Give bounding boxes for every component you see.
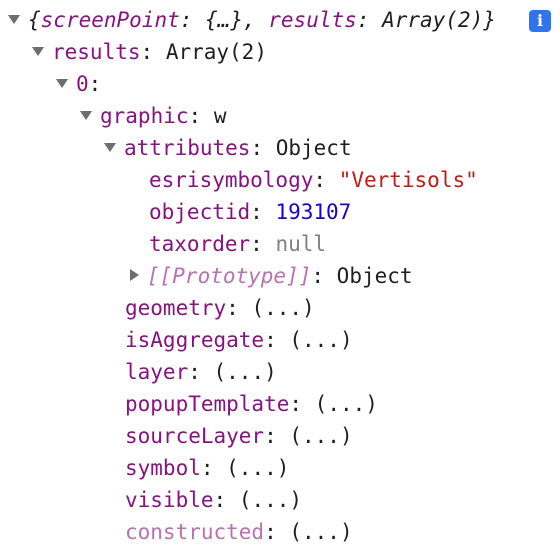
summary-separator: : bbox=[356, 8, 383, 32]
getter-value[interactable]: (...) bbox=[251, 296, 314, 320]
property-value: Object bbox=[336, 264, 413, 288]
summary-open-brace: { bbox=[28, 8, 41, 32]
tree-row-item-0[interactable]: 0: bbox=[56, 68, 101, 100]
property-key: graphic bbox=[100, 104, 189, 128]
property-separator: : bbox=[264, 424, 290, 448]
triangle-down-icon[interactable] bbox=[32, 46, 44, 56]
summary-value-results: Array(2) bbox=[382, 8, 484, 32]
getter-value[interactable]: (...) bbox=[214, 360, 277, 384]
property-key: taxorder bbox=[149, 232, 251, 256]
getter-value[interactable]: (...) bbox=[226, 456, 289, 480]
tree-row-isaggregate[interactable]: isAggregate: (...) bbox=[125, 324, 353, 356]
property-key: [[Prototype]] bbox=[147, 264, 312, 288]
tree-row-objectid: objectid: 193107 bbox=[149, 196, 351, 228]
object-summary-row[interactable]: {screenPoint: {…}, results: Array(2)} bbox=[8, 4, 496, 36]
property-separator: : bbox=[140, 40, 166, 64]
number-value: 193107 bbox=[275, 200, 352, 224]
property-value: w bbox=[213, 104, 227, 128]
property-separator: : bbox=[188, 104, 214, 128]
property-key: attributes bbox=[124, 136, 251, 160]
string-value: "Vertisols" bbox=[338, 168, 478, 192]
null-value: null bbox=[275, 232, 327, 256]
property-separator: : bbox=[188, 360, 214, 384]
property-separator: : bbox=[88, 72, 102, 96]
property-key: visible bbox=[125, 488, 214, 512]
property-key: constructed bbox=[125, 520, 265, 544]
summary-comma: , bbox=[242, 8, 269, 32]
tree-row-constructed[interactable]: constructed: (...) bbox=[125, 516, 353, 548]
property-key: 0 bbox=[76, 72, 89, 96]
summary-key-results: results bbox=[268, 8, 357, 32]
tree-row-geometry[interactable]: geometry: (...) bbox=[125, 292, 315, 324]
tree-row-attributes[interactable]: attributes: Object bbox=[104, 132, 352, 164]
property-value: Object bbox=[275, 136, 352, 160]
property-key: isAggregate bbox=[125, 328, 265, 352]
property-key: objectid bbox=[149, 200, 251, 224]
summary-separator: : bbox=[179, 8, 206, 32]
property-key: geometry bbox=[125, 296, 227, 320]
property-separator: : bbox=[250, 232, 276, 256]
property-separator: : bbox=[311, 264, 337, 288]
triangle-down-icon[interactable] bbox=[80, 110, 92, 120]
property-key: esrisymbology bbox=[149, 168, 314, 192]
summary-close-brace: } bbox=[483, 8, 496, 32]
summary-value-screenpoint: {…} bbox=[205, 8, 243, 32]
property-separator: : bbox=[289, 392, 315, 416]
property-key: results bbox=[52, 40, 141, 64]
summary-key-screenpoint: screenPoint bbox=[40, 8, 180, 32]
property-key: layer bbox=[125, 360, 189, 384]
tree-row-graphic[interactable]: graphic: w bbox=[80, 100, 226, 132]
property-separator: : bbox=[200, 456, 227, 480]
triangle-down-icon[interactable] bbox=[104, 142, 116, 152]
property-key: popupTemplate bbox=[125, 392, 290, 416]
tree-row-results[interactable]: results: Array(2) bbox=[32, 36, 267, 68]
property-separator: : bbox=[213, 488, 239, 512]
property-separator: : bbox=[264, 520, 290, 544]
property-separator: : bbox=[250, 136, 276, 160]
getter-value[interactable]: (...) bbox=[289, 424, 352, 448]
getter-value[interactable]: (...) bbox=[315, 392, 378, 416]
property-key: symbol bbox=[125, 456, 201, 480]
triangle-right-icon[interactable] bbox=[130, 269, 139, 281]
property-separator: : bbox=[226, 296, 252, 320]
getter-value[interactable]: (...) bbox=[289, 328, 352, 352]
info-icon[interactable]: i bbox=[529, 10, 551, 32]
property-separator: : bbox=[250, 200, 276, 224]
tree-row-prototype[interactable]: [[Prototype]]: Object bbox=[130, 260, 413, 292]
tree-row-symbol[interactable]: symbol: (...) bbox=[125, 452, 289, 484]
triangle-down-icon[interactable] bbox=[8, 14, 20, 24]
property-value: Array(2) bbox=[165, 40, 267, 64]
getter-value[interactable]: (...) bbox=[289, 520, 352, 544]
property-separator: : bbox=[264, 328, 290, 352]
tree-row-esrisymbology: esrisymbology: "Vertisols" bbox=[149, 164, 478, 196]
getter-value[interactable]: (...) bbox=[239, 488, 302, 512]
tree-row-layer[interactable]: layer: (...) bbox=[125, 356, 277, 388]
triangle-down-icon[interactable] bbox=[56, 78, 68, 88]
tree-row-taxorder: taxorder: null bbox=[149, 228, 326, 260]
tree-row-popuptemplate[interactable]: popupTemplate: (...) bbox=[125, 388, 378, 420]
tree-row-sourcelayer[interactable]: sourceLayer: (...) bbox=[125, 420, 353, 452]
property-separator: : bbox=[313, 168, 339, 192]
tree-row-visible[interactable]: visible: (...) bbox=[125, 484, 302, 516]
property-key: sourceLayer bbox=[125, 424, 265, 448]
